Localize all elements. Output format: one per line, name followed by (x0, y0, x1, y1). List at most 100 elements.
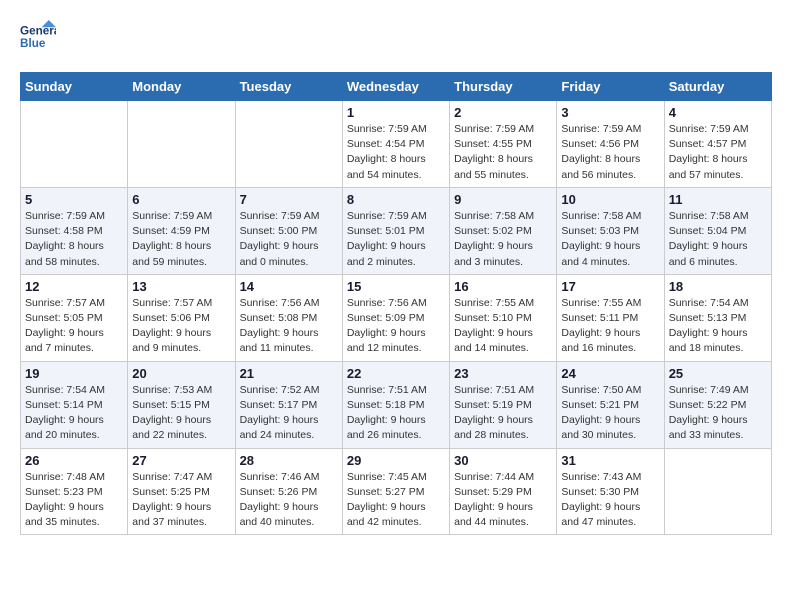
day-number: 12 (25, 279, 123, 294)
day-info: Sunrise: 7:54 AMSunset: 5:14 PMDaylight:… (25, 383, 123, 444)
day-info: Sunrise: 7:55 AMSunset: 5:11 PMDaylight:… (561, 296, 659, 357)
weekday-header-monday: Monday (128, 73, 235, 101)
day-info: Sunrise: 7:55 AMSunset: 5:10 PMDaylight:… (454, 296, 552, 357)
calendar-cell: 23 Sunrise: 7:51 AMSunset: 5:19 PMDayligh… (450, 361, 557, 448)
calendar-week-row: 1 Sunrise: 7:59 AMSunset: 4:54 PMDaylight… (21, 101, 772, 188)
day-info: Sunrise: 7:56 AMSunset: 5:09 PMDaylight:… (347, 296, 445, 357)
day-number: 28 (240, 453, 338, 468)
day-number: 6 (132, 192, 230, 207)
day-info: Sunrise: 7:58 AMSunset: 5:03 PMDaylight:… (561, 209, 659, 270)
calendar-cell: 3Sunrise: 7:59 AMSunset: 4:56 PMDaylight… (557, 101, 664, 188)
calendar-week-row: 5 Sunrise: 7:59 AMSunset: 4:58 PMDaylight… (21, 187, 772, 274)
day-number: 2 (454, 105, 552, 120)
calendar-cell: 30Sunrise: 7:44 AMSunset: 5:29 PMDayligh… (450, 448, 557, 535)
day-number: 22 (347, 366, 445, 381)
day-number: 20 (132, 366, 230, 381)
calendar-cell (128, 101, 235, 188)
day-number: 18 (669, 279, 767, 294)
day-number: 5 (25, 192, 123, 207)
day-number: 25 (669, 366, 767, 381)
day-info: Sunrise: 7:50 AMSunset: 5:21 PMDaylight:… (561, 383, 659, 444)
weekday-header-row: SundayMondayTuesdayWednesdayThursdayFrid… (21, 73, 772, 101)
day-number: 1 (347, 105, 445, 120)
day-number: 31 (561, 453, 659, 468)
day-info: Sunrise: 7:59 AMSunset: 4:55 PMDaylight:… (454, 122, 552, 183)
calendar-cell: 25 Sunrise: 7:49 AMSunset: 5:22 PMDayligh… (664, 361, 771, 448)
day-number: 9 (454, 192, 552, 207)
weekday-header-wednesday: Wednesday (342, 73, 449, 101)
day-number: 10 (561, 192, 659, 207)
day-info: Sunrise: 7:59 AMSunset: 4:54 PMDaylight:… (347, 122, 445, 183)
day-info: Sunrise: 7:46 AMSunset: 5:26 PMDaylight:… (240, 470, 338, 531)
page-header: General Blue (20, 20, 772, 56)
day-number: 16 (454, 279, 552, 294)
calendar-cell (235, 101, 342, 188)
calendar-cell: 13Sunrise: 7:57 AMSunset: 5:06 PMDayligh… (128, 274, 235, 361)
day-number: 4 (669, 105, 767, 120)
calendar-week-row: 12 Sunrise: 7:57 AMSunset: 5:05 PMDayligh… (21, 274, 772, 361)
calendar-cell: 20 Sunrise: 7:53 AMSunset: 5:15 PMDayligh… (128, 361, 235, 448)
day-number: 14 (240, 279, 338, 294)
day-info: Sunrise: 7:59 AMSunset: 4:58 PMDaylight:… (25, 209, 123, 270)
day-info: Sunrise: 7:52 AMSunset: 5:17 PMDaylight:… (240, 383, 338, 444)
logo-icon: General Blue (20, 20, 56, 56)
calendar-cell: 2 Sunrise: 7:59 AMSunset: 4:55 PMDaylight… (450, 101, 557, 188)
day-number: 15 (347, 279, 445, 294)
calendar-cell: 14 Sunrise: 7:56 AMSunset: 5:08 PMDayligh… (235, 274, 342, 361)
day-number: 23 (454, 366, 552, 381)
day-info: Sunrise: 7:59 AMSunset: 5:01 PMDaylight:… (347, 209, 445, 270)
day-info: Sunrise: 7:59 AMSunset: 5:00 PMDaylight:… (240, 209, 338, 270)
day-info: Sunrise: 7:59 AMSunset: 4:59 PMDaylight:… (132, 209, 230, 270)
weekday-header-saturday: Saturday (664, 73, 771, 101)
calendar-header: SundayMondayTuesdayWednesdayThursdayFrid… (21, 73, 772, 101)
calendar-cell: 1 Sunrise: 7:59 AMSunset: 4:54 PMDaylight… (342, 101, 449, 188)
day-info: Sunrise: 7:54 AMSunset: 5:13 PMDaylight:… (669, 296, 767, 357)
day-number: 11 (669, 192, 767, 207)
weekday-header-tuesday: Tuesday (235, 73, 342, 101)
logo: General Blue (20, 20, 56, 56)
day-info: Sunrise: 7:43 AMSunset: 5:30 PMDaylight:… (561, 470, 659, 531)
day-info: Sunrise: 7:51 AMSunset: 5:18 PMDaylight:… (347, 383, 445, 444)
day-info: Sunrise: 7:49 AMSunset: 5:22 PMDaylight:… (669, 383, 767, 444)
calendar-cell: 26Sunrise: 7:48 AMSunset: 5:23 PMDayligh… (21, 448, 128, 535)
weekday-header-sunday: Sunday (21, 73, 128, 101)
calendar-cell: 4 Sunrise: 7:59 AMSunset: 4:57 PMDaylight… (664, 101, 771, 188)
day-number: 26 (25, 453, 123, 468)
day-number: 3 (561, 105, 659, 120)
day-number: 7 (240, 192, 338, 207)
day-number: 21 (240, 366, 338, 381)
calendar-table: SundayMondayTuesdayWednesdayThursdayFrid… (20, 72, 772, 535)
calendar-cell: 29Sunrise: 7:45 AMSunset: 5:27 PMDayligh… (342, 448, 449, 535)
calendar-cell (21, 101, 128, 188)
calendar-cell: 9 Sunrise: 7:58 AMSunset: 5:02 PMDaylight… (450, 187, 557, 274)
calendar-cell: 15 Sunrise: 7:56 AMSunset: 5:09 PMDayligh… (342, 274, 449, 361)
day-info: Sunrise: 7:56 AMSunset: 5:08 PMDaylight:… (240, 296, 338, 357)
day-info: Sunrise: 7:59 AMSunset: 4:57 PMDaylight:… (669, 122, 767, 183)
day-number: 8 (347, 192, 445, 207)
day-info: Sunrise: 7:51 AMSunset: 5:19 PMDaylight:… (454, 383, 552, 444)
day-number: 17 (561, 279, 659, 294)
day-info: Sunrise: 7:58 AMSunset: 5:02 PMDaylight:… (454, 209, 552, 270)
day-number: 19 (25, 366, 123, 381)
calendar-cell: 18 Sunrise: 7:54 AMSunset: 5:13 PMDayligh… (664, 274, 771, 361)
calendar-cell: 21 Sunrise: 7:52 AMSunset: 5:17 PMDayligh… (235, 361, 342, 448)
day-number: 24 (561, 366, 659, 381)
calendar-body: 1 Sunrise: 7:59 AMSunset: 4:54 PMDaylight… (21, 101, 772, 535)
day-info: Sunrise: 7:58 AMSunset: 5:04 PMDaylight:… (669, 209, 767, 270)
calendar-cell: 31 Sunrise: 7:43 AMSunset: 5:30 PMDayligh… (557, 448, 664, 535)
calendar-week-row: 26Sunrise: 7:48 AMSunset: 5:23 PMDayligh… (21, 448, 772, 535)
day-info: Sunrise: 7:47 AMSunset: 5:25 PMDaylight:… (132, 470, 230, 531)
weekday-header-thursday: Thursday (450, 73, 557, 101)
calendar-cell: 5 Sunrise: 7:59 AMSunset: 4:58 PMDaylight… (21, 187, 128, 274)
calendar-cell (664, 448, 771, 535)
calendar-cell: 16 Sunrise: 7:55 AMSunset: 5:10 PMDayligh… (450, 274, 557, 361)
svg-text:Blue: Blue (20, 37, 46, 50)
day-number: 27 (132, 453, 230, 468)
day-number: 13 (132, 279, 230, 294)
calendar-cell: 12 Sunrise: 7:57 AMSunset: 5:05 PMDayligh… (21, 274, 128, 361)
calendar-cell: 19 Sunrise: 7:54 AMSunset: 5:14 PMDayligh… (21, 361, 128, 448)
day-info: Sunrise: 7:57 AMSunset: 5:05 PMDaylight:… (25, 296, 123, 357)
calendar-cell: 22 Sunrise: 7:51 AMSunset: 5:18 PMDayligh… (342, 361, 449, 448)
weekday-header-friday: Friday (557, 73, 664, 101)
day-info: Sunrise: 7:53 AMSunset: 5:15 PMDaylight:… (132, 383, 230, 444)
